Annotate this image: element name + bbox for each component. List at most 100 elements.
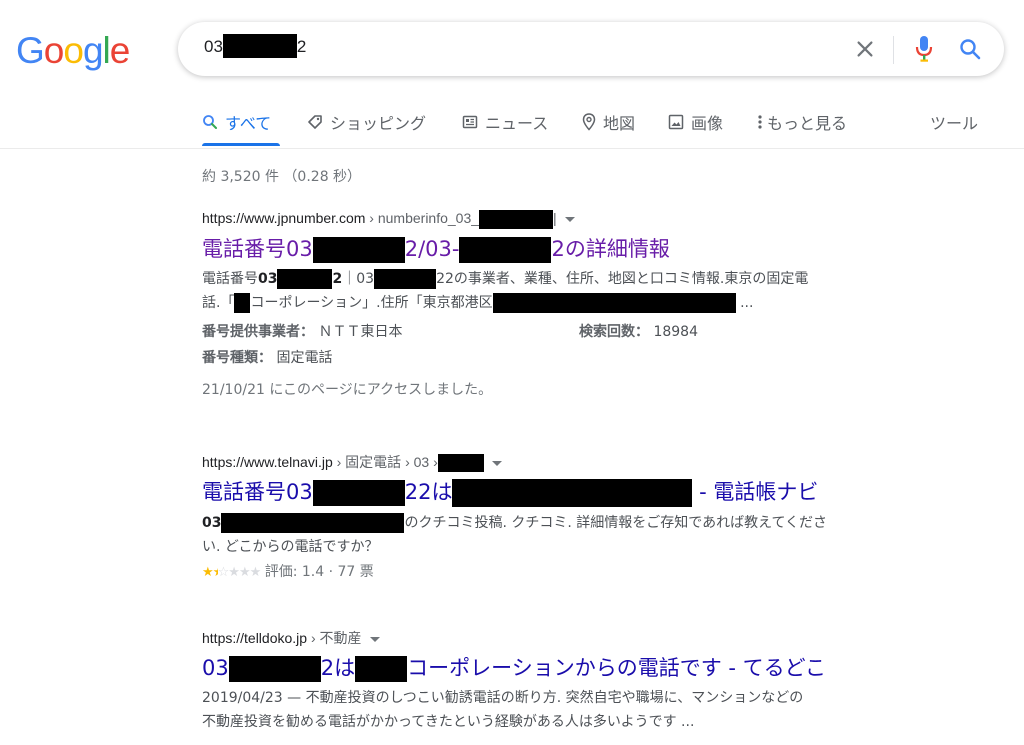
result-title[interactable]: 電話番号03 22は - 電話帳ナビ — [202, 478, 922, 508]
result-path: › numberinfo_03_ — [365, 210, 480, 227]
structured-row: 番号提供事業者： ＮＴＴ東日本 検索回数： 18984 — [202, 319, 922, 345]
snippet-text: 2019/04/23 — 不動産投資のしつこい勧誘電話の断り方. 突然自宅や職場… — [202, 690, 804, 706]
tab-tools[interactable]: ツール — [930, 110, 978, 134]
redaction-bar — [479, 210, 554, 229]
map-pin-icon — [582, 113, 596, 131]
result-url[interactable]: https://www.jpnumber.com › numberinfo_03… — [202, 210, 922, 229]
search-icon[interactable] — [958, 37, 982, 61]
news-icon — [462, 115, 478, 129]
tab-label: ツール — [930, 114, 979, 133]
snippet-text: 不動産投資を勧める電話がかかってきたという経験がある人は多いようです ... — [202, 714, 695, 730]
result-site: https://telldoko.jp — [202, 630, 308, 646]
structured-row: 番号種類： 固定電話 — [202, 345, 922, 371]
structured-field: 検索回数： 18984 — [579, 319, 698, 345]
redaction-bar — [312, 480, 405, 507]
snippet-bold: 03 — [258, 271, 278, 287]
result-snippet: 2019/04/23 — 不動産投資のしつこい勧誘電話の断り方. 突然自宅や職場… — [202, 686, 922, 734]
logo-letter: o — [63, 30, 84, 71]
logo-letter: l — [102, 30, 111, 71]
redaction-bar — [437, 454, 484, 473]
result-site: https://www.jpnumber.com — [202, 210, 366, 227]
result-url[interactable]: https://www.telnavi.jp › 固定電話 › 03 › — [202, 452, 922, 473]
tab-label: 画像 — [691, 114, 724, 133]
tab-images[interactable]: 画像 — [668, 110, 723, 134]
tab-label: 地図 — [603, 114, 636, 133]
google-logo[interactable]: Google — [16, 30, 131, 72]
active-tab-indicator — [202, 143, 280, 146]
snippet-text: のクチコミ投稿. クチコミ. 詳細情報をご存知であれば教えてくださ — [404, 515, 828, 532]
search-result: https://www.telnavi.jp › 固定電話 › 03 › 電話番… — [202, 452, 922, 586]
result-snippet: 03 のクチコミ投稿. クチコミ. 詳細情報をご存知であれば教えてくださ い. ど… — [202, 511, 922, 559]
tab-maps[interactable]: 地図 — [582, 110, 635, 134]
rating-row: ★★☆★★★ 評価: 1.4 · 77 票 — [202, 559, 922, 586]
title-part: 2の詳細情報 — [551, 237, 670, 261]
tab-shopping[interactable]: ショッピング — [307, 110, 426, 134]
header-divider — [0, 148, 1024, 149]
search-box[interactable]: 03 2 — [178, 22, 1004, 76]
redaction-bar — [452, 479, 693, 508]
title-part: 03 — [202, 656, 229, 680]
field-value: 18984 — [649, 324, 698, 340]
snippet-text: 22の事業者、業種、住所、地図と口コミ情報.東京の固定電 — [436, 271, 809, 287]
title-part: - 電話帳ナビ — [692, 480, 819, 505]
search-result: https://telldoko.jp › 不動産 03 2は コーポレーションから… — [202, 628, 922, 734]
field-value: ＮＴＴ東日本 — [314, 324, 403, 340]
field-label: 番号提供事業者： — [202, 324, 314, 340]
divider — [893, 36, 894, 64]
snippet-text: ｜03 — [342, 271, 375, 287]
tab-all[interactable]: すべて — [202, 110, 271, 134]
tab-label: ニュース — [485, 114, 549, 133]
result-site: https://www.telnavi.jp — [202, 454, 333, 470]
title-part: 2は — [320, 656, 356, 680]
close-icon[interactable] — [854, 38, 876, 60]
chevron-down-icon[interactable] — [564, 217, 575, 222]
search-icon — [203, 115, 217, 129]
search-input[interactable]: 03 2 — [204, 34, 307, 59]
result-title[interactable]: 電話番号03 2/03- 2の詳細情報 — [202, 235, 922, 263]
redaction-bar — [492, 293, 736, 313]
chevron-down-icon[interactable] — [369, 636, 380, 642]
logo-letter: o — [43, 30, 65, 71]
tab-news[interactable]: ニュース — [462, 110, 548, 134]
redaction-bar — [459, 237, 552, 263]
snippet-text: 話.「 — [202, 295, 235, 311]
redaction-bar — [228, 656, 321, 682]
field-label: 番号種類： — [202, 350, 272, 366]
title-part: 電話番号03 — [202, 480, 313, 505]
redaction-bar — [355, 656, 408, 682]
microphone-icon[interactable] — [914, 35, 934, 63]
more-vert-icon — [758, 115, 762, 129]
result-stats: 約 3,520 件 （0.28 秒） — [202, 169, 362, 185]
field-value: 固定電話 — [272, 350, 333, 366]
image-icon — [668, 114, 684, 130]
title-part: コーポレーションからの電話です - てるどこ — [407, 656, 826, 680]
star-rating: ★★☆★★★ — [202, 565, 261, 581]
snippet-text: コーポレーション」.住所「東京都港区 — [250, 295, 493, 311]
redaction-bar — [374, 269, 437, 289]
logo-letter: g — [82, 30, 104, 71]
tab-label: ショッピング — [330, 114, 427, 133]
title-part: 2/03- — [404, 237, 460, 261]
rating-text: 評価: 1.4 · 77 票 — [264, 564, 374, 581]
snippet-text: ... — [735, 295, 754, 311]
redaction-bar — [234, 293, 251, 313]
logo-letter: G — [16, 30, 45, 71]
query-suffix: 2 — [296, 37, 307, 56]
tag-icon — [308, 115, 322, 129]
redaction-bar — [222, 34, 297, 59]
redaction-bar — [312, 237, 405, 263]
tab-more[interactable]: もっと見る — [757, 110, 847, 134]
result-url[interactable]: https://telldoko.jp › 不動産 — [202, 628, 922, 648]
snippet-text: い. どこからの電話ですか？ — [202, 539, 379, 556]
title-part: 22は — [404, 480, 453, 505]
redaction-bar — [277, 269, 333, 289]
result-path: › 不動産 — [307, 630, 362, 646]
chevron-down-icon[interactable] — [491, 460, 502, 466]
query-prefix: 03 — [204, 37, 223, 56]
result-path: › 固定電話 › 03 › — [332, 454, 438, 470]
tab-label: もっと見る — [767, 114, 848, 133]
result-title[interactable]: 03 2は コーポレーションからの電話です - てるどこ — [202, 654, 922, 682]
tab-label: すべて — [225, 114, 272, 133]
logo-letter: e — [109, 30, 131, 71]
snippet-text: 電話番号 — [202, 271, 258, 287]
